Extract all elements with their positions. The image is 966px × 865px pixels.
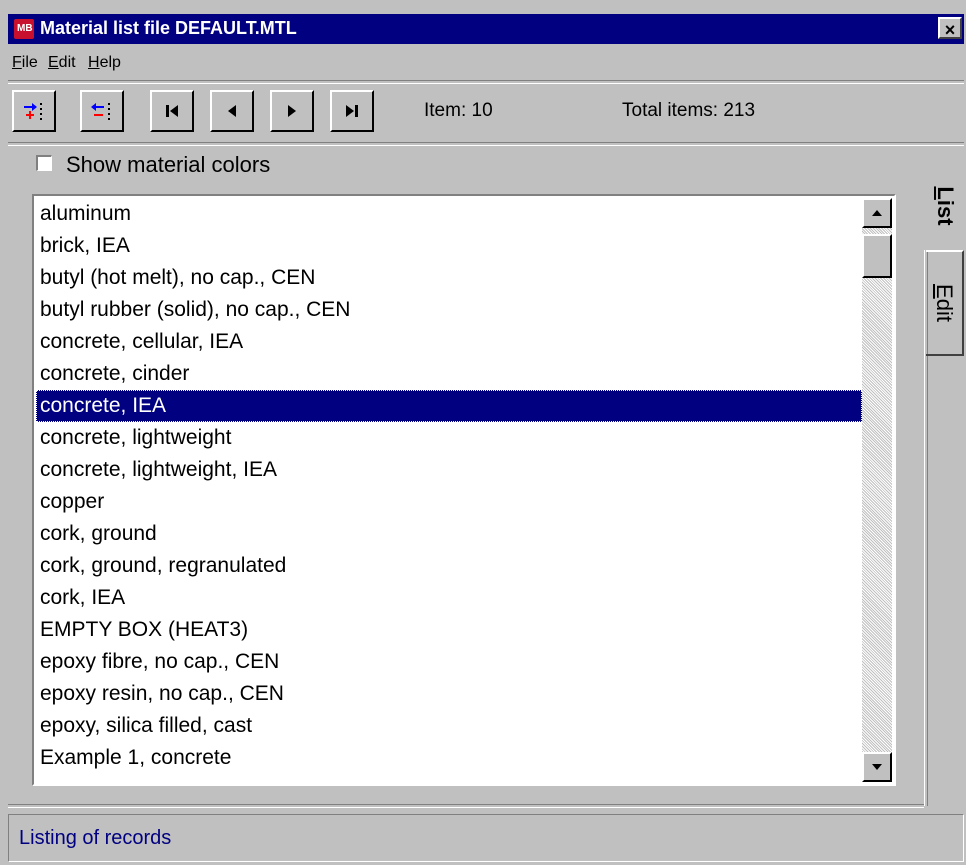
list-item[interactable]: EMPTY BOX (HEAT3)	[36, 614, 862, 646]
list-item[interactable]: copper	[36, 486, 862, 518]
list-item[interactable]: Example 1, concrete	[36, 742, 862, 774]
last-record-button[interactable]	[330, 90, 374, 132]
title-bar[interactable]: MB Material list file DEFAULT.MTL ×	[8, 14, 964, 44]
material-list: aluminum brick, IEA butyl (hot melt), no c…	[36, 198, 862, 774]
panel-divider	[8, 142, 964, 146]
list-item[interactable]: concrete, lightweight, IEA	[36, 454, 862, 486]
close-button[interactable]: ×	[938, 17, 962, 40]
total-items-indicator: Total items: 213	[622, 100, 756, 121]
delete-record-button[interactable]	[80, 90, 124, 132]
tab-list-label: List	[933, 186, 958, 226]
app-window: MB Material list file DEFAULT.MTL × File…	[0, 0, 966, 865]
arrow-down-icon	[872, 764, 882, 770]
toolbar-divider	[8, 80, 964, 84]
first-record-button[interactable]	[150, 90, 194, 132]
list-item[interactable]: concrete, cinder	[36, 358, 862, 390]
tab-edit-label: Edit	[932, 284, 957, 322]
show-colors-checkbox[interactable]	[36, 155, 52, 171]
first-record-icon	[166, 105, 178, 117]
list-item[interactable]: concrete, IEA	[36, 390, 862, 422]
menu-file[interactable]: File	[12, 54, 38, 72]
item-indicator: Item: 10	[424, 100, 493, 121]
arrow-up-icon	[872, 210, 882, 216]
list-item[interactable]: concrete, lightweight	[36, 422, 862, 454]
material-listbox[interactable]: aluminum brick, IEA butyl (hot melt), no c…	[32, 194, 896, 786]
list-item[interactable]: epoxy resin, no cap., CEN	[36, 678, 862, 710]
list-bottom-divider	[8, 804, 924, 808]
menu-help[interactable]: Help	[88, 54, 121, 72]
list-item[interactable]: epoxy fibre, no cap., CEN	[36, 646, 862, 678]
list-item[interactable]: butyl (hot melt), no cap., CEN	[36, 262, 862, 294]
list-item[interactable]: butyl rubber (solid), no cap., CEN	[36, 294, 862, 326]
insert-record-button[interactable]	[12, 90, 56, 132]
app-icon: MB	[14, 19, 34, 39]
scroll-down-button[interactable]	[862, 752, 892, 782]
previous-record-icon	[228, 105, 236, 117]
last-record-icon	[346, 105, 358, 117]
list-item[interactable]: brick, IEA	[36, 230, 862, 262]
status-text: Listing of records	[19, 827, 172, 849]
previous-record-button[interactable]	[210, 90, 254, 132]
show-colors-label[interactable]: Show material colors	[66, 152, 270, 178]
tab-list[interactable]: List	[926, 160, 964, 252]
next-record-icon	[288, 105, 296, 117]
scroll-up-button[interactable]	[862, 198, 892, 228]
list-item[interactable]: concrete, cellular, IEA	[36, 326, 862, 358]
list-item[interactable]: epoxy, silica filled, cast	[36, 710, 862, 742]
menu-edit[interactable]: Edit	[48, 54, 76, 72]
vertical-scrollbar[interactable]	[862, 198, 892, 782]
status-bar: Listing of records	[8, 814, 964, 862]
list-item[interactable]: cork, ground, regranulated	[36, 550, 862, 582]
insert-record-icon	[24, 103, 42, 120]
scroll-thumb[interactable]	[862, 234, 892, 278]
next-record-button[interactable]	[270, 90, 314, 132]
list-item[interactable]: cork, IEA	[36, 582, 862, 614]
list-item[interactable]: cork, ground	[36, 518, 862, 550]
delete-record-icon	[91, 103, 110, 120]
window-title: Material list file DEFAULT.MTL	[40, 18, 297, 38]
tab-edit[interactable]: Edit	[926, 250, 964, 356]
list-item[interactable]: aluminum	[36, 198, 862, 230]
